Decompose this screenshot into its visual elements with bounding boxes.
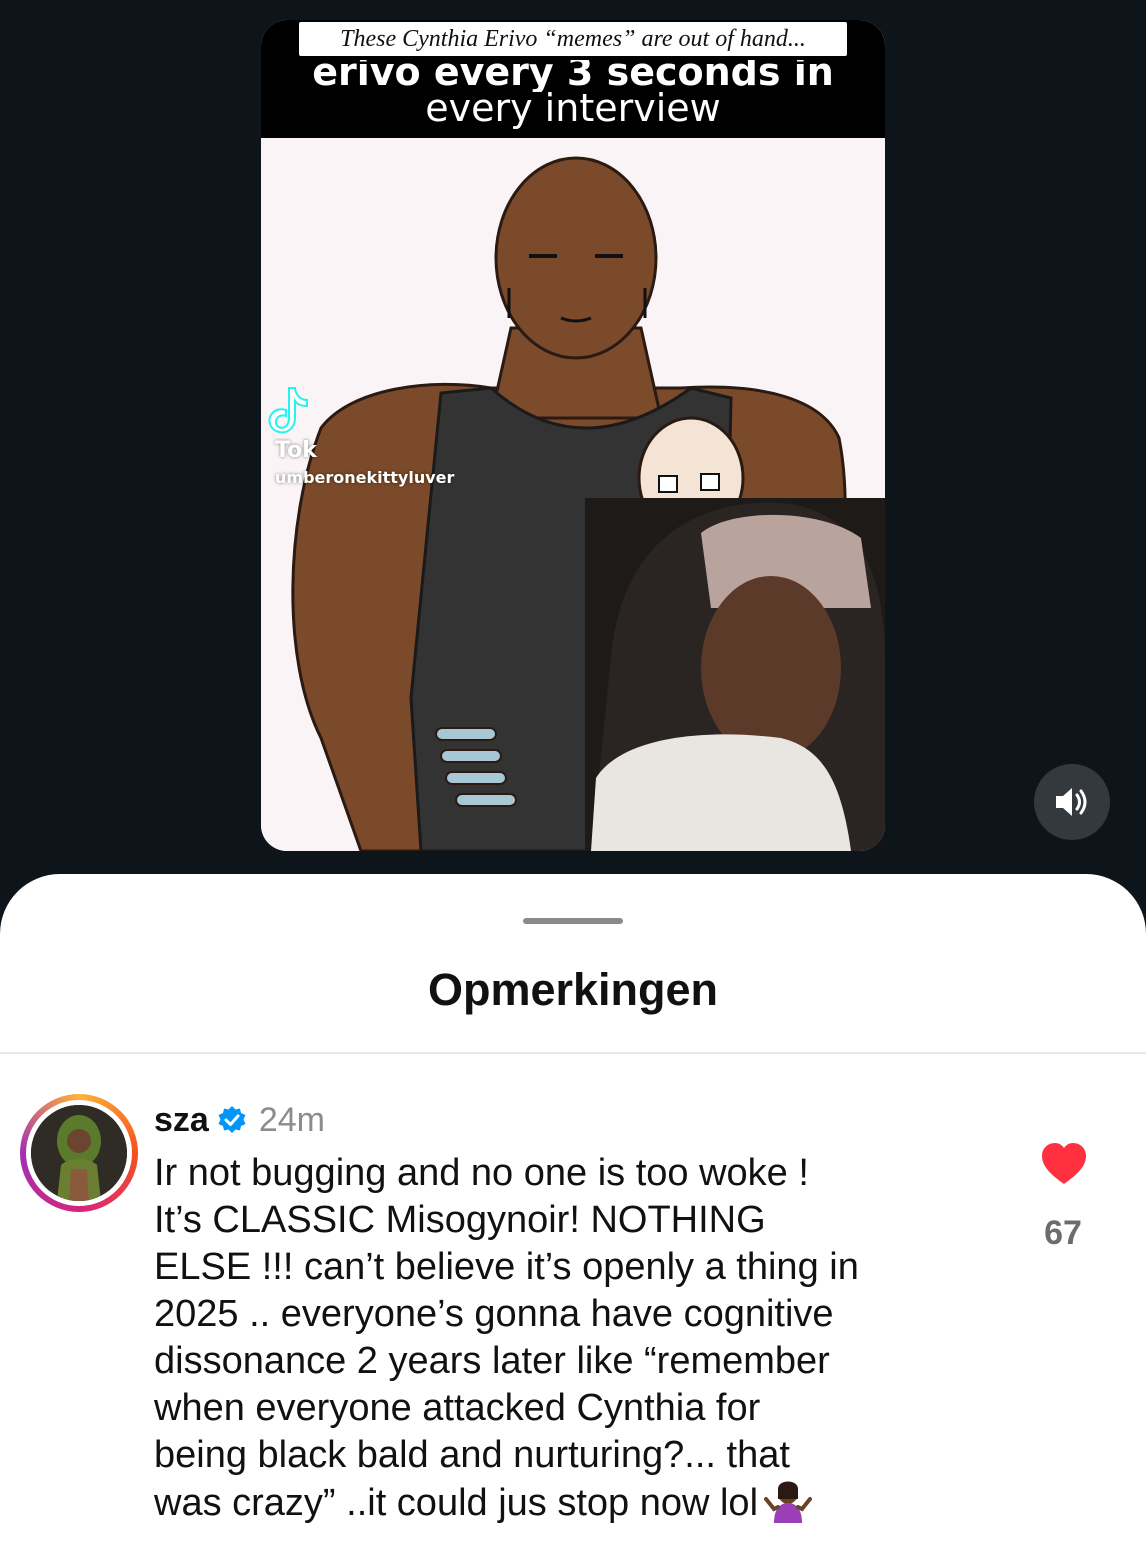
comment-text-content: Ir not bugging and no one is too woke ! … xyxy=(154,1152,859,1524)
watermark-handle: umberonekittyluver xyxy=(275,468,455,487)
sheet-grabber-handle[interactable] xyxy=(523,918,623,924)
comment-header: sza 24m xyxy=(154,1098,325,1142)
tiktok-watermark: Tok umberonekittyluver xyxy=(261,382,521,492)
video-player[interactable]: erivo every 3 seconds in These Cynthia E… xyxy=(261,20,885,851)
watermark-brand: Tok xyxy=(275,438,317,463)
shrug-emoji-icon xyxy=(764,1481,813,1523)
tiktok-logo-icon xyxy=(268,387,308,434)
volume-button[interactable] xyxy=(1034,764,1110,840)
post-media-area: erivo every 3 seconds in These Cynthia E… xyxy=(0,0,1146,900)
heart-icon[interactable] xyxy=(1040,1142,1088,1186)
title-divider xyxy=(0,1052,1146,1054)
comments-sheet: Opmerkingen sza 24m Ir not bugging and n… xyxy=(0,874,1146,1554)
avatar xyxy=(31,1105,127,1201)
comment-username[interactable]: sza xyxy=(154,1101,209,1140)
like-count: 67 xyxy=(1044,1214,1082,1252)
avatar-image xyxy=(31,1105,127,1201)
verified-icon xyxy=(218,1106,246,1133)
video-header-text: every interview xyxy=(425,86,721,130)
video-illustration xyxy=(261,138,885,851)
comments-title: Opmerkingen xyxy=(427,964,719,1015)
video-header-bar: erivo every 3 seconds in These Cynthia E… xyxy=(261,20,885,138)
comment-text: Ir not bugging and no one is too woke ! … xyxy=(154,1150,994,1527)
avatar-story-ring[interactable] xyxy=(20,1094,138,1212)
post-caption-banner: These Cynthia Erivo “memes” are out of h… xyxy=(299,22,847,56)
volume-icon xyxy=(1056,788,1087,816)
comment-timestamp: 24m xyxy=(258,1100,325,1139)
